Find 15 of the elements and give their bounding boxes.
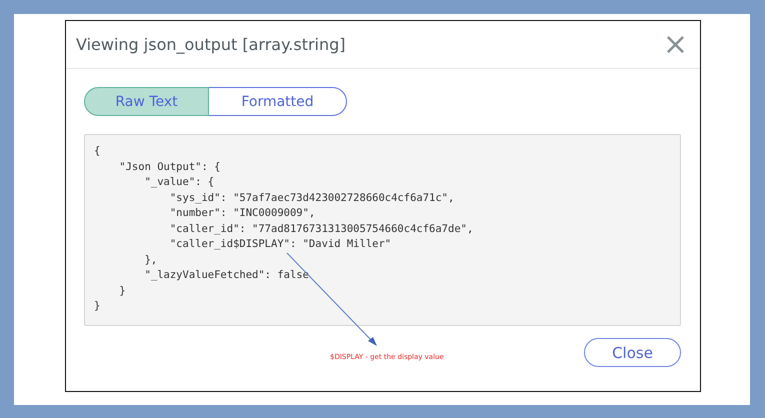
- dialog-title: Viewing json_output [array.string]: [76, 35, 346, 54]
- code-line: "number": "INC0009009",: [168, 206, 316, 221]
- code-line: "_lazyValueFetched": false: [144, 268, 310, 283]
- close-button[interactable]: Close: [584, 338, 681, 367]
- code-line: "Json Output": {: [118, 160, 222, 174]
- code-line: "caller_id": "77ad8176731313005754660c4cf6a7de",: [168, 222, 474, 236]
- code-line: {: [94, 144, 102, 159]
- code-line: "caller_id$DISPLAY": "David Miller": [168, 237, 392, 252]
- code-line: "sys_id": "57af7aec73d423002728660c4cf6a71c",: [168, 190, 456, 206]
- view-tab[interactable]: Raw Text: [84, 87, 209, 116]
- code-line: }: [94, 299, 102, 314]
- code-line: "_value": {: [144, 175, 216, 190]
- code-line: }: [118, 284, 127, 298]
- view-tab[interactable]: Formatted: [209, 87, 347, 116]
- code-line: },: [144, 252, 158, 268]
